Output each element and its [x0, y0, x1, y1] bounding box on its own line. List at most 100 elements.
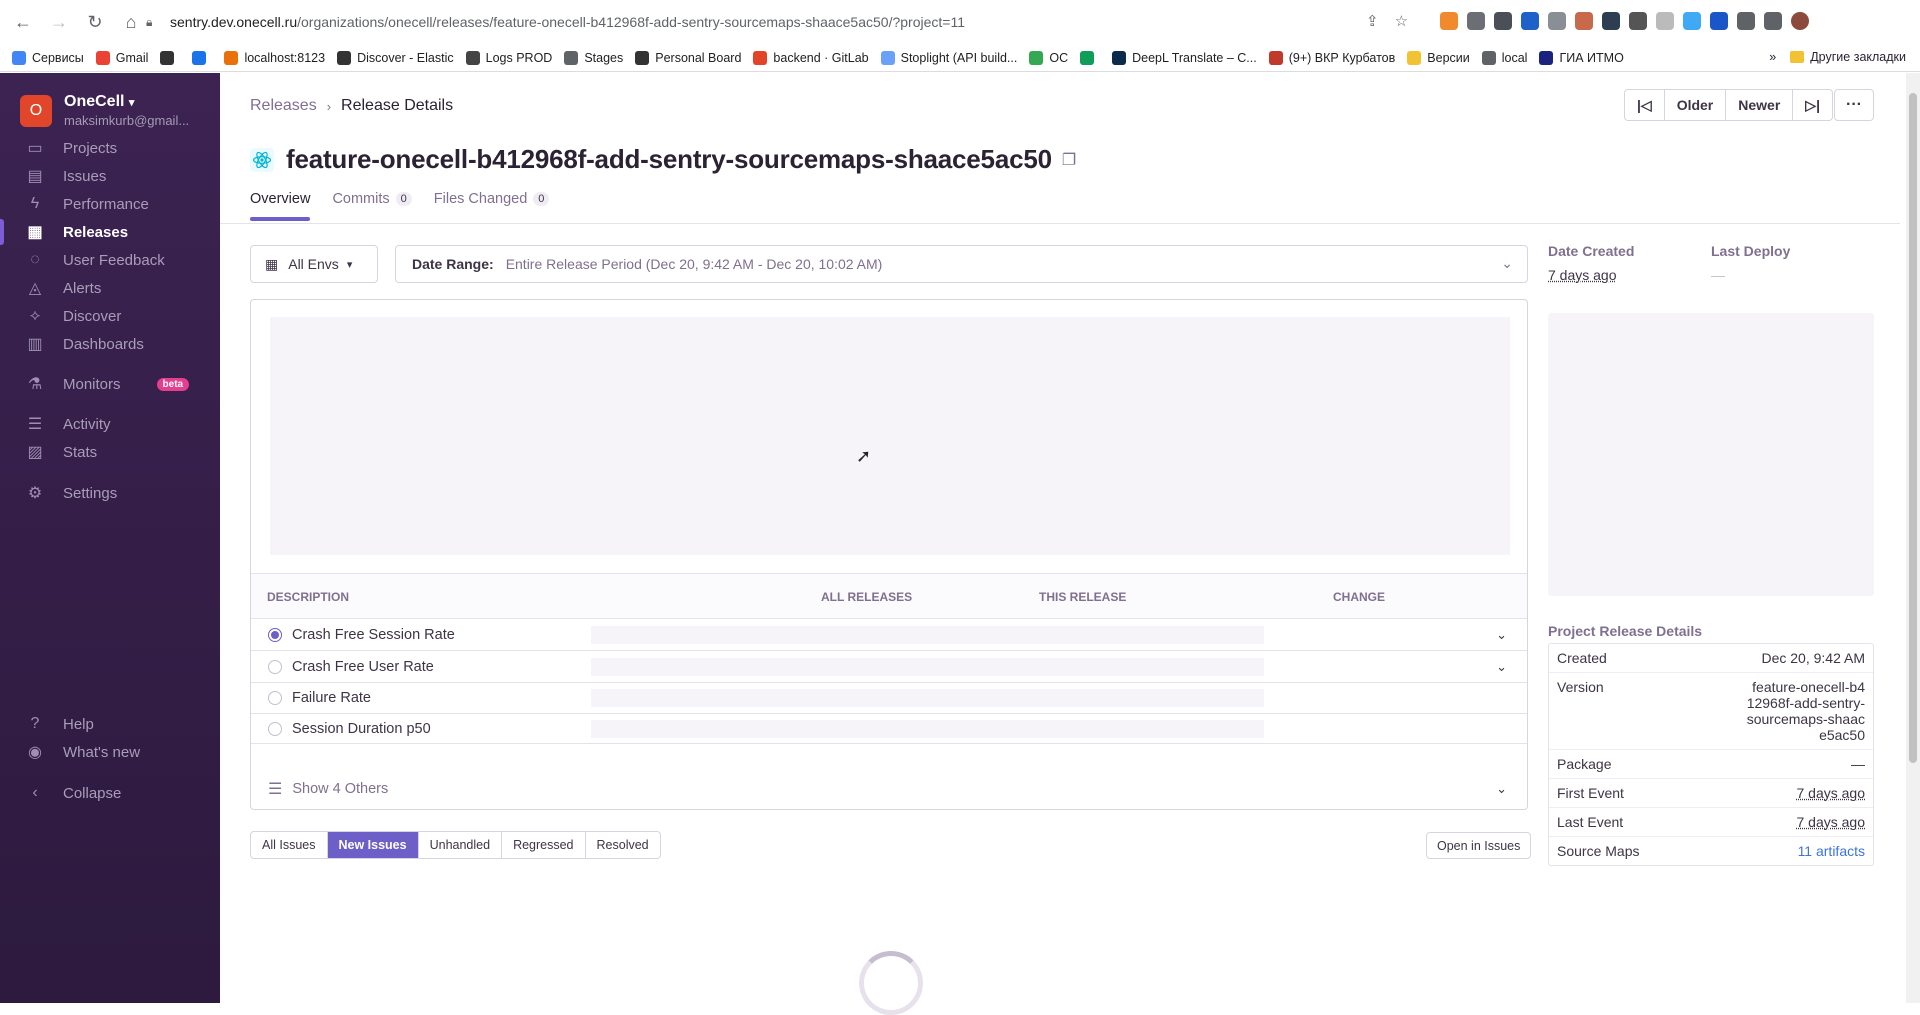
- copy-icon[interactable]: ❐: [1062, 150, 1076, 170]
- open-in-issues-button[interactable]: Open in Issues: [1426, 832, 1532, 859]
- extension-icon[interactable]: [1602, 12, 1620, 30]
- bookmark-icon: [95, 51, 110, 65]
- extension-icon[interactable]: [1629, 12, 1647, 30]
- metric-radio[interactable]: [268, 627, 282, 642]
- sidebar-item-label: What's new: [63, 743, 141, 761]
- bookmark-item[interactable]: Stages: [564, 51, 623, 65]
- date-range-selector[interactable]: Date Range: Entire Release Period (Dec 2…: [395, 245, 1528, 283]
- tab-label: Overview: [250, 191, 311, 207]
- detail-value[interactable]: 11 artifacts: [1798, 843, 1865, 859]
- breadcrumb-releases[interactable]: Releases: [250, 97, 317, 115]
- tab-files-changed[interactable]: Files Changed 0: [434, 191, 550, 221]
- extension-icon[interactable]: [1656, 12, 1674, 30]
- sidebar-item-label: Stats: [63, 443, 98, 461]
- bookmark-item[interactable]: Сервисы: [12, 51, 84, 65]
- extension-icon[interactable]: [1467, 12, 1485, 30]
- address-bar[interactable]: 🔒︎ sentry.dev.onecell.ru/organizations/o…: [146, 8, 1416, 36]
- older-button[interactable]: Older: [1665, 90, 1727, 120]
- star-icon[interactable]: ☆: [1395, 12, 1408, 30]
- bookmark-item[interactable]: (9+) ВКР Курбатов: [1268, 51, 1395, 65]
- bookmark-item[interactable]: ГИА ИТМО: [1539, 51, 1624, 65]
- issue-filter-resolved[interactable]: Resolved: [586, 832, 660, 858]
- metric-radio[interactable]: [268, 691, 282, 705]
- chevron-down-icon[interactable]: ⌄: [1496, 627, 1507, 643]
- bookmark-item[interactable]: [1080, 51, 1100, 65]
- bookmark-item[interactable]: DeepL Translate – С...: [1112, 51, 1257, 65]
- bookmark-item[interactable]: ОС: [1029, 51, 1068, 65]
- sidebar-item-dashboards[interactable]: ▥ Dashboards: [0, 327, 220, 361]
- extension-icon[interactable]: [1440, 12, 1458, 30]
- newer-button[interactable]: Newer: [1726, 90, 1794, 120]
- bookmark-item[interactable]: Personal Board: [635, 51, 741, 65]
- detail-value: 7 days ago: [1796, 814, 1866, 830]
- sidebar-item-label: Projects: [63, 139, 118, 157]
- reload-icon[interactable]: ↻: [82, 9, 108, 35]
- bookmark-icon: [160, 51, 175, 65]
- home-icon[interactable]: ⌂: [118, 9, 144, 35]
- back-icon[interactable]: ←: [10, 9, 36, 35]
- metric-row[interactable]: Failure Rate: [251, 683, 1527, 714]
- bookmark-item[interactable]: local: [1481, 51, 1527, 65]
- extension-icon[interactable]: [1710, 12, 1728, 30]
- react-platform-icon: [250, 147, 274, 172]
- issue-filter-regressed[interactable]: Regressed: [502, 832, 586, 858]
- bookmark-item[interactable]: backend · GitLab: [753, 51, 869, 65]
- org-switcher[interactable]: O OneCell ▾ maksimkurb@gmail...: [20, 93, 189, 128]
- tab-commits[interactable]: Commits 0: [332, 191, 412, 221]
- extension-icon[interactable]: [1575, 12, 1593, 30]
- environment-selector[interactable]: ▦ All Envs ▾: [250, 245, 378, 283]
- metric-row[interactable]: Crash Free User Rate ⌄: [251, 651, 1527, 683]
- bookmark-item[interactable]: localhost:8123: [224, 51, 325, 65]
- detail-key: Source Maps: [1557, 843, 1640, 859]
- bookmarks-more[interactable]: »: [1769, 50, 1776, 64]
- bookmark-item[interactable]: Версии: [1407, 51, 1470, 65]
- extension-icon[interactable]: [1683, 12, 1701, 30]
- bookmark-item[interactable]: [192, 51, 212, 65]
- bookmark-item[interactable]: Logs PROD: [465, 51, 552, 65]
- forward-icon[interactable]: →: [46, 9, 72, 35]
- bookmark-item[interactable]: Discover - Elastic: [337, 51, 454, 65]
- tab-label: Commits: [332, 191, 390, 207]
- sidebar-item-label: Activity: [63, 415, 111, 433]
- page-scrollbar[interactable]: [1906, 73, 1920, 1003]
- tab-overview[interactable]: Overview: [250, 191, 311, 221]
- profile-avatar[interactable]: [1791, 12, 1809, 30]
- other-bookmarks[interactable]: Другие закладки: [1790, 50, 1906, 64]
- extension-icon[interactable]: [1548, 12, 1566, 30]
- sidepanel-icon[interactable]: [1764, 12, 1782, 30]
- show-others-row[interactable]: ☰ Show 4 Others ⌄: [251, 769, 1527, 809]
- col-all-releases: ALL RELEASES: [821, 590, 913, 604]
- bookmark-item[interactable]: [160, 51, 180, 65]
- scrollbar-thumb[interactable]: [1909, 93, 1917, 763]
- oldest-button[interactable]: |◁: [1625, 90, 1665, 120]
- newest-button[interactable]: ▷|: [1793, 90, 1832, 120]
- sidebar-collapse[interactable]: ‹ Collapse: [0, 776, 220, 810]
- bookmark-item[interactable]: Gmail: [95, 51, 148, 65]
- chevron-down-icon[interactable]: ⌄: [1496, 659, 1507, 675]
- extension-icon[interactable]: [1494, 12, 1512, 30]
- more-actions-button[interactable]: ···: [1834, 89, 1874, 121]
- share-icon[interactable]: ⇪: [1366, 12, 1379, 30]
- loading-spinner: [859, 951, 923, 1015]
- metric-row[interactable]: Crash Free Session Rate ⌄: [251, 619, 1527, 651]
- issue-filter-all-issues[interactable]: All Issues: [251, 832, 328, 858]
- loading-placeholder: [809, 689, 1046, 707]
- chevron-down-icon[interactable]: ⌄: [1496, 781, 1507, 797]
- metric-radio[interactable]: [268, 659, 282, 674]
- puzzle-icon[interactable]: [1737, 12, 1755, 30]
- bookmarks-bar: Сервисы Gmail localhost:8123 Discover - Ela…: [0, 44, 1920, 72]
- sidebar-item-stats[interactable]: ▨ Stats: [0, 435, 220, 469]
- sidebar-item-whats-new[interactable]: ◉ What's new: [0, 735, 220, 769]
- release-tabs: Overview Commits 0 Files Changed 0: [250, 191, 550, 221]
- bookmark-item[interactable]: Stoplight (API build...: [880, 51, 1017, 65]
- metric-row[interactable]: Session Duration p50: [251, 714, 1527, 744]
- issue-filter-new-issues[interactable]: New Issues: [327, 832, 419, 858]
- metric-radio[interactable]: [268, 721, 282, 736]
- sidebar-item-monitors[interactable]: ⚗ Monitors beta: [0, 367, 220, 401]
- detail-row: Version feature-onecell-b412968f-add-sent…: [1549, 673, 1873, 750]
- extension-icon[interactable]: [1521, 12, 1539, 30]
- sidebar-item-settings[interactable]: ⚙ Settings: [0, 476, 220, 510]
- issue-filter-unhandled[interactable]: Unhandled: [419, 832, 503, 858]
- url-host: sentry.dev.onecell.ru: [170, 14, 298, 30]
- dashboards-icon: ▥: [27, 336, 43, 353]
